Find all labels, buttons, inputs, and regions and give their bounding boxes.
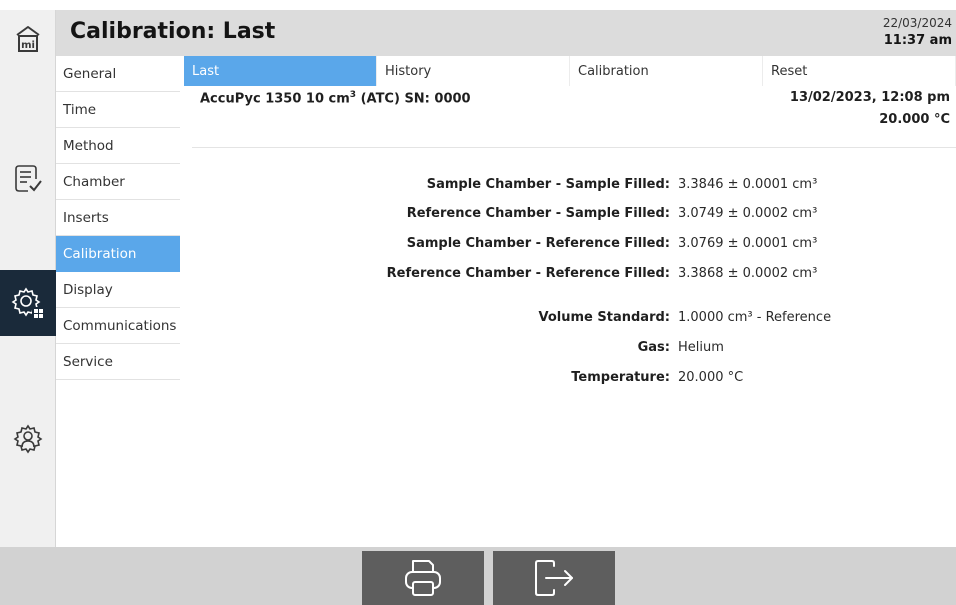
field-value: Helium: [678, 340, 724, 355]
field-value: 3.3846 ± 0.0001 cm³: [678, 177, 818, 192]
field-label: Reference Chamber - Reference Filled:: [386, 266, 670, 281]
exit-button[interactable]: [493, 551, 615, 605]
field-label: Reference Chamber - Sample Filled:: [406, 206, 670, 221]
field-label: Sample Chamber - Reference Filled:: [406, 236, 670, 251]
field-volume-standard: Volume Standard: 1.0000 cm³ - Reference: [184, 310, 956, 330]
menu-item-communications[interactable]: Communications: [56, 308, 180, 344]
print-button[interactable]: [362, 551, 484, 605]
settings-menu: General Time Method Chamber Inserts Cali…: [56, 56, 180, 380]
menu-item-inserts[interactable]: Inserts: [56, 200, 180, 236]
menu-item-general[interactable]: General: [56, 56, 180, 92]
device-info: AccuPyc 1350 10 cm3 (ATC) SN: 0000: [200, 90, 471, 106]
menu-item-service[interactable]: Service: [56, 344, 180, 380]
field-value: 3.0749 ± 0.0002 cm³: [678, 206, 818, 221]
settings-icon: [11, 287, 44, 319]
home-icon: mi: [16, 26, 40, 52]
field-sample-chamber-sample-filled: Sample Chamber - Sample Filled: 3.3846 ±…: [184, 177, 956, 197]
calibration-tabs: Last History Calibration Reset: [184, 56, 956, 86]
divider: [192, 147, 956, 148]
tab-last[interactable]: Last: [184, 56, 377, 86]
field-value: 20.000 °C: [678, 370, 744, 385]
field-value: 1.0000 cm³ - Reference: [678, 310, 832, 325]
header-date: 22/03/2024: [882, 16, 952, 30]
header: Calibration: Last 22/03/2024 11:37 am: [56, 10, 956, 56]
method-icon: [15, 165, 42, 192]
field-label: Volume Standard:: [538, 310, 670, 325]
device-name: AccuPyc 1350 10 cm: [200, 91, 350, 107]
home-button[interactable]: mi: [0, 10, 56, 68]
field-gas: Gas: Helium: [184, 340, 956, 360]
settings-button[interactable]: [0, 270, 56, 336]
bottom-bar: [0, 547, 956, 605]
device-serial: (ATC) SN: 0000: [356, 91, 471, 107]
menu-item-method[interactable]: Method: [56, 128, 180, 164]
menu-item-time[interactable]: Time: [56, 92, 180, 128]
calibration-temperature: 20.000 °C: [879, 112, 950, 127]
field-label: Temperature:: [571, 370, 670, 385]
page-title: Calibration: Last: [70, 19, 276, 44]
tab-calibration[interactable]: Calibration: [570, 56, 763, 86]
menu-item-calibration[interactable]: Calibration: [56, 236, 180, 272]
menu-item-display[interactable]: Display: [56, 272, 180, 308]
tab-reset[interactable]: Reset: [763, 56, 956, 86]
calibration-datetime: 13/02/2023, 12:08 pm: [789, 90, 950, 105]
field-temperature: Temperature: 20.000 °C: [184, 370, 956, 390]
field-value: 3.3868 ± 0.0002 cm³: [678, 266, 818, 281]
field-reference-chamber-sample-filled: Reference Chamber - Sample Filled: 3.074…: [184, 206, 956, 226]
header-time: 11:37 am: [883, 33, 952, 48]
menu-item-chamber[interactable]: Chamber: [56, 164, 180, 200]
field-label: Gas:: [637, 340, 670, 355]
exit-icon: [535, 560, 573, 596]
method-button[interactable]: [0, 148, 56, 208]
svg-text:mi: mi: [21, 40, 35, 51]
service-button[interactable]: [0, 406, 56, 472]
field-sample-chamber-reference-filled: Sample Chamber - Reference Filled: 3.076…: [184, 236, 956, 256]
tab-history[interactable]: History: [377, 56, 570, 86]
printer-icon: [405, 560, 441, 596]
field-label: Sample Chamber - Sample Filled:: [426, 177, 670, 192]
field-value: 3.0769 ± 0.0001 cm³: [678, 236, 818, 251]
service-icon: [13, 424, 43, 454]
field-reference-chamber-reference-filled: Reference Chamber - Reference Filled: 3.…: [184, 266, 956, 286]
left-rail: mi: [0, 10, 56, 547]
